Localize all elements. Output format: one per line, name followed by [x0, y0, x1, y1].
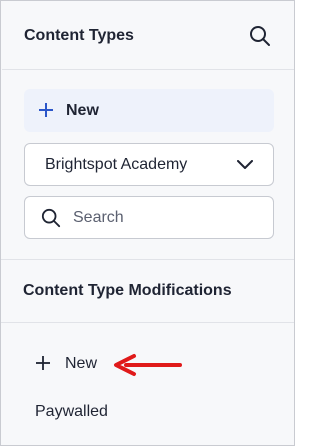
- new-modification-label: New: [65, 355, 98, 372]
- modifications-title: Content Type Modifications: [23, 282, 232, 299]
- modification-item-paywalled[interactable]: Paywalled: [35, 403, 108, 421]
- site-select[interactable]: Brightspot Academy: [24, 143, 274, 186]
- site-select-value: Brightspot Academy: [45, 155, 188, 173]
- content-types-header: Content Types: [2, 2, 294, 70]
- annotation-arrow-icon: [114, 354, 182, 376]
- plus-icon: [38, 100, 54, 122]
- search-icon: [250, 25, 270, 46]
- content-types-title: Content Types: [24, 26, 134, 44]
- plus-icon: [35, 353, 51, 375]
- new-modification-button[interactable]: New: [35, 346, 97, 382]
- search-icon: [41, 208, 61, 227]
- content-types-section: Content Types New Brightspot Academy: [2, 2, 294, 259]
- modifications-header: Content Type Modifications: [1, 260, 294, 322]
- chevron-down-icon: [237, 159, 253, 169]
- content-types-panel: Content Types New Brightspot Academy Sea…: [0, 0, 295, 446]
- search-toggle-button[interactable]: [247, 23, 273, 49]
- section-divider: [1, 322, 294, 323]
- new-content-type-button[interactable]: New: [24, 89, 274, 132]
- search-input[interactable]: [73, 208, 243, 227]
- content-type-search: [24, 196, 274, 239]
- new-content-type-label: New: [66, 101, 99, 119]
